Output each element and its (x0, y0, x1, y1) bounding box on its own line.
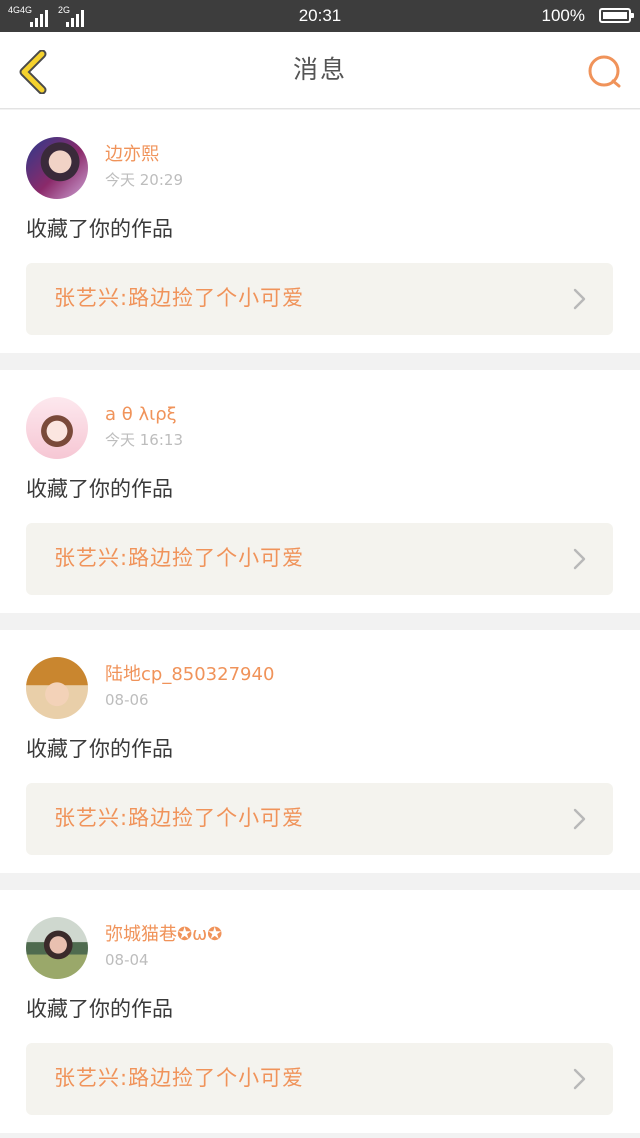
search-icon (588, 55, 621, 88)
work-link[interactable]: 张艺兴:路边捡了个小可爱 (26, 783, 613, 855)
work-link[interactable]: 张艺兴:路边捡了个小可爱 (26, 263, 613, 335)
message-card: a θ λιρξ 今天 16:13 收藏了你的作品 张艺兴:路边捡了个小可爱 (0, 370, 640, 613)
user-avatar[interactable] (26, 397, 88, 459)
user-avatar[interactable] (26, 657, 88, 719)
chevron-right-icon (573, 288, 586, 310)
work-title: 张艺兴:路边捡了个小可爱 (54, 286, 305, 310)
work-title: 张艺兴:路边捡了个小可爱 (54, 1066, 305, 1090)
chevron-right-icon (573, 1068, 586, 1090)
message-time: 今天 20:29 (105, 171, 183, 189)
chevron-right-icon (573, 808, 586, 830)
user-avatar[interactable] (26, 137, 88, 199)
work-link[interactable]: 张艺兴:路边捡了个小可爱 (26, 523, 613, 595)
message-time: 08-06 (105, 691, 149, 709)
app-header: 消息 (0, 32, 640, 109)
message-action: 收藏了你的作品 (26, 217, 173, 241)
message-card: 弥城猫巷✪ω✪ 08-04 收藏了你的作品 张艺兴:路边捡了个小可爱 (0, 890, 640, 1133)
work-title: 张艺兴:路边捡了个小可爱 (54, 806, 305, 830)
message-card: 边亦熙 今天 20:29 收藏了你的作品 张艺兴:路边捡了个小可爱 (0, 110, 640, 353)
status-bar: 4G 4G 2G 20:31 100% (0, 0, 640, 32)
username-link[interactable]: 陆地cp_850327940 (105, 663, 274, 687)
battery-icon (599, 8, 634, 23)
chevron-right-icon (573, 548, 586, 570)
message-card: 陆地cp_850327940 08-06 收藏了你的作品 张艺兴:路边捡了个小可… (0, 630, 640, 873)
username-link[interactable]: 弥城猫巷✪ω✪ (105, 923, 222, 947)
username-link[interactable]: a θ λιρξ (105, 403, 177, 427)
page-title: 消息 (292, 55, 347, 84)
work-link[interactable]: 张艺兴:路边捡了个小可爱 (26, 1043, 613, 1115)
work-title: 张艺兴:路边捡了个小可爱 (54, 546, 305, 570)
user-avatar[interactable] (26, 917, 88, 979)
battery-percent: 100% (541, 6, 585, 25)
message-time: 08-04 (105, 951, 149, 969)
message-action: 收藏了你的作品 (26, 997, 173, 1021)
message-action: 收藏了你的作品 (26, 477, 173, 501)
search-button[interactable] (586, 53, 624, 91)
message-time: 今天 16:13 (105, 431, 183, 449)
username-link[interactable]: 边亦熙 (105, 143, 159, 167)
message-action: 收藏了你的作品 (26, 737, 173, 761)
